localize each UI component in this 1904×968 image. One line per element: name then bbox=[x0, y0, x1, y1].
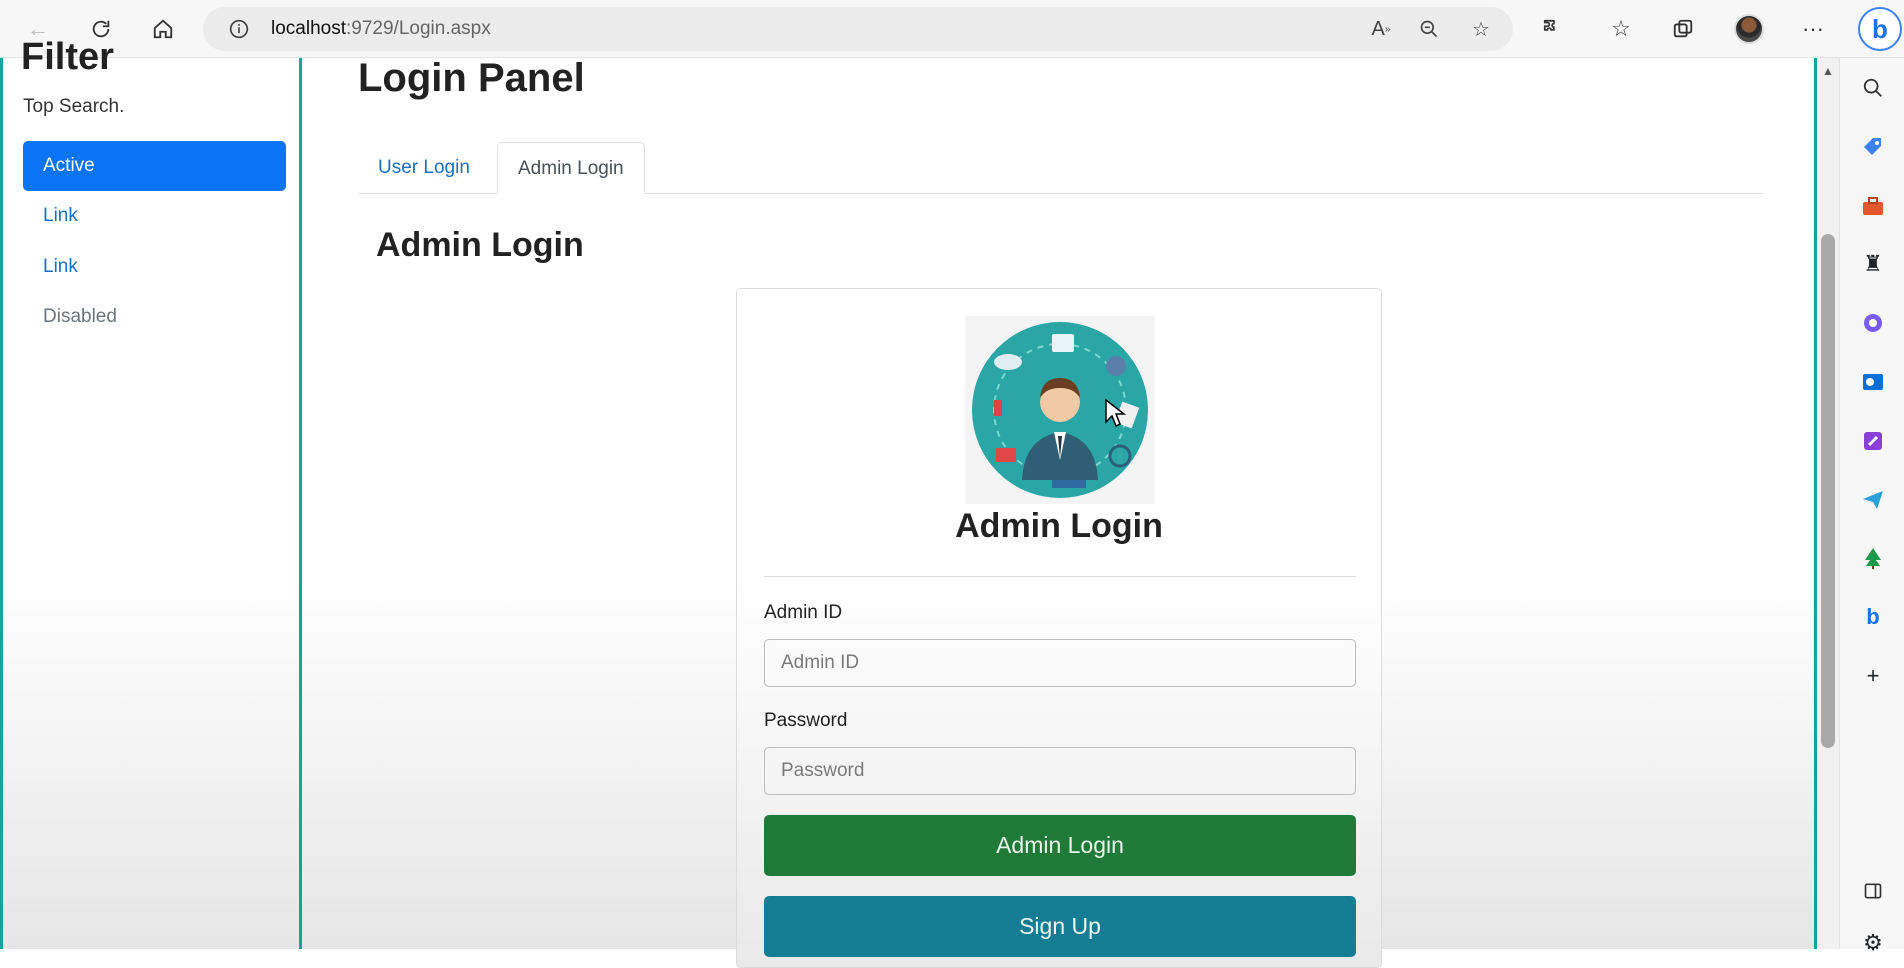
section-title: Admin Login bbox=[376, 226, 584, 264]
admin-id-label: Admin ID bbox=[764, 602, 843, 623]
split-screen-icon[interactable] bbox=[1858, 876, 1888, 906]
admin-login-button[interactable]: Admin Login bbox=[764, 815, 1356, 876]
info-icon[interactable] bbox=[223, 14, 255, 44]
scroll-up-arrow[interactable]: ▲ bbox=[1822, 64, 1834, 78]
search-icon[interactable] bbox=[1858, 73, 1888, 103]
microsoft365-icon[interactable] bbox=[1858, 308, 1888, 338]
bing-icon[interactable]: b bbox=[1858, 602, 1888, 632]
collections-icon[interactable] bbox=[1663, 9, 1703, 49]
sidebar-item-disabled: Disabled bbox=[43, 306, 117, 327]
tree-icon[interactable] bbox=[1858, 543, 1888, 573]
more-icon[interactable]: ··· bbox=[1793, 9, 1833, 49]
outlook-icon[interactable] bbox=[1858, 367, 1888, 397]
sidebar-subtitle: Top Search. bbox=[23, 96, 125, 117]
browser-toolbar: ← localhost:9729/Login.aspx A» ☆ ☆ ··· b bbox=[0, 0, 1904, 58]
mouse-cursor-icon bbox=[1105, 398, 1126, 428]
address-bar[interactable]: localhost:9729/Login.aspx A» ☆ bbox=[203, 7, 1513, 51]
sidebar-item-link-1[interactable]: Link bbox=[23, 191, 286, 241]
admin-login-card: Admin Login Admin ID Password Admin Logi… bbox=[736, 288, 1382, 968]
zoom-out-icon[interactable] bbox=[1413, 14, 1445, 44]
card-divider bbox=[764, 576, 1356, 577]
favorites-icon[interactable]: ☆ bbox=[1601, 9, 1641, 49]
card-title: Admin Login bbox=[955, 507, 1163, 545]
password-label: Password bbox=[764, 710, 848, 731]
scroll-thumb[interactable] bbox=[1821, 234, 1835, 748]
sidebar-item-link-2[interactable]: Link bbox=[23, 242, 286, 292]
filter-sidebar: Filter Top Search. Active Link Link Disa… bbox=[0, 36, 302, 949]
home-icon[interactable] bbox=[143, 9, 183, 49]
main-area: Login Panel User Login Admin Login Admin… bbox=[302, 56, 1817, 968]
url-text[interactable]: localhost:9729/Login.aspx bbox=[271, 18, 491, 40]
page-content: Filter Top Search. Active Link Link Disa… bbox=[0, 36, 1817, 968]
games-icon[interactable]: ♜ bbox=[1858, 249, 1888, 279]
sign-up-button[interactable]: Sign Up bbox=[764, 896, 1356, 957]
read-aloud-icon[interactable]: A» bbox=[1365, 14, 1397, 44]
sidebar-item-active[interactable]: Active bbox=[23, 141, 286, 191]
page-scrollbar[interactable]: ▲ bbox=[1817, 58, 1839, 949]
add-favorite-icon[interactable]: ☆ bbox=[1465, 14, 1497, 44]
url-host: localhost bbox=[271, 18, 346, 39]
edge-sidebar: ♜ b + ⚙ bbox=[1839, 58, 1904, 955]
telegram-icon[interactable] bbox=[1858, 485, 1888, 515]
admin-illustration bbox=[965, 316, 1155, 504]
settings-icon[interactable]: ⚙ bbox=[1858, 928, 1888, 958]
url-path: :9729/Login.aspx bbox=[346, 18, 491, 39]
designer-icon[interactable] bbox=[1858, 426, 1888, 456]
sidebar-title: Filter bbox=[21, 36, 114, 78]
password-input[interactable] bbox=[764, 747, 1356, 795]
page-title: Login Panel bbox=[358, 56, 585, 100]
extensions-icon[interactable] bbox=[1533, 9, 1573, 49]
tools-icon[interactable] bbox=[1858, 191, 1888, 221]
bing-copilot-icon[interactable]: b bbox=[1858, 7, 1902, 51]
admin-id-input[interactable] bbox=[764, 639, 1356, 687]
tab-admin-login[interactable]: Admin Login bbox=[497, 142, 645, 194]
add-icon[interactable]: + bbox=[1858, 661, 1888, 691]
profile-avatar[interactable] bbox=[1734, 14, 1764, 44]
tab-user-login[interactable]: User Login bbox=[358, 142, 490, 194]
shopping-tag-icon[interactable] bbox=[1858, 132, 1888, 162]
